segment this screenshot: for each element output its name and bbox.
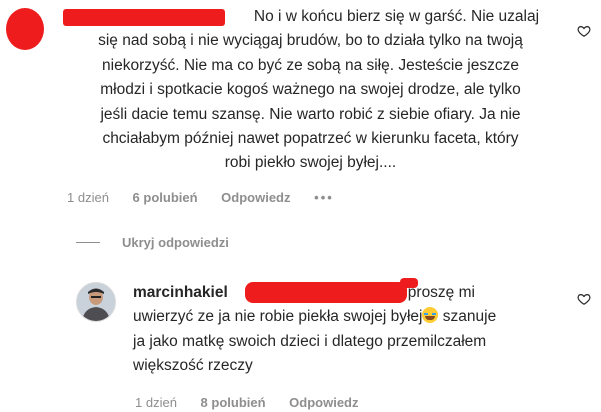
comment-line: młodzi i spotkacie kogoś ważnego na swoj… [100, 81, 521, 99]
more-options-icon[interactable]: ••• [314, 190, 334, 205]
likes-count[interactable]: 6 polubień [133, 190, 198, 205]
username[interactable]: marcinhakiel [133, 284, 228, 301]
comment-body: No i w końcu bierz się w garść. Nie uzal… [58, 5, 563, 176]
comment-line: się nad sobą i nie wyciągaj brudów, bo t… [98, 32, 523, 50]
hide-replies-button[interactable]: Ukryj odpowiedzi [76, 235, 229, 250]
reply-button[interactable]: Odpowiedz [289, 395, 358, 410]
grinning-tears-emoji [422, 307, 439, 324]
avatar[interactable] [76, 282, 116, 322]
heart-outline-icon[interactable] [577, 24, 591, 38]
likes-count[interactable]: 8 polubień [201, 395, 266, 410]
timestamp: 1 dzień [135, 395, 177, 410]
comment-line: niekorzyść. Nie ma co być ze sobą na sił… [102, 56, 519, 74]
avatar-redacted[interactable] [6, 8, 44, 50]
divider [76, 242, 100, 243]
reply-line: proszę mi [407, 284, 475, 301]
timestamp: 1 dzień [67, 190, 109, 205]
reply-body: marcinhakiel proszę mi uwierzyć ze ja nie… [133, 281, 563, 379]
reply-line: szanuje [438, 308, 497, 326]
avatar-photo-icon [77, 283, 115, 321]
comment-meta: 1 dzień 6 polubień Odpowiedz ••• [67, 190, 354, 205]
comment-line: No i w końcu bierz się w garść. Nie uzal… [253, 8, 540, 25]
hide-replies-label: Ukryj odpowiedzi [122, 235, 229, 250]
comment-line: jeśli dacie temu szansę. Nie warto robić… [100, 105, 521, 123]
heart-outline-icon[interactable] [577, 292, 591, 306]
reply-line: większość rzeczy [133, 357, 253, 375]
reply-button[interactable]: Odpowiedz [221, 190, 290, 205]
comment-line: robi piekło swojej byłej.... [224, 154, 397, 172]
reply-line: uwierzyć ze ja nie robie piekła swojej b… [133, 308, 423, 326]
comment-line: chciałabym później nawet popatrzeć w kie… [102, 130, 519, 148]
reply-meta: 1 dzień 8 polubień Odpowiedz [135, 395, 379, 410]
reply-line: ja jako matkę swoich dzieci i dlatego pr… [133, 332, 487, 350]
